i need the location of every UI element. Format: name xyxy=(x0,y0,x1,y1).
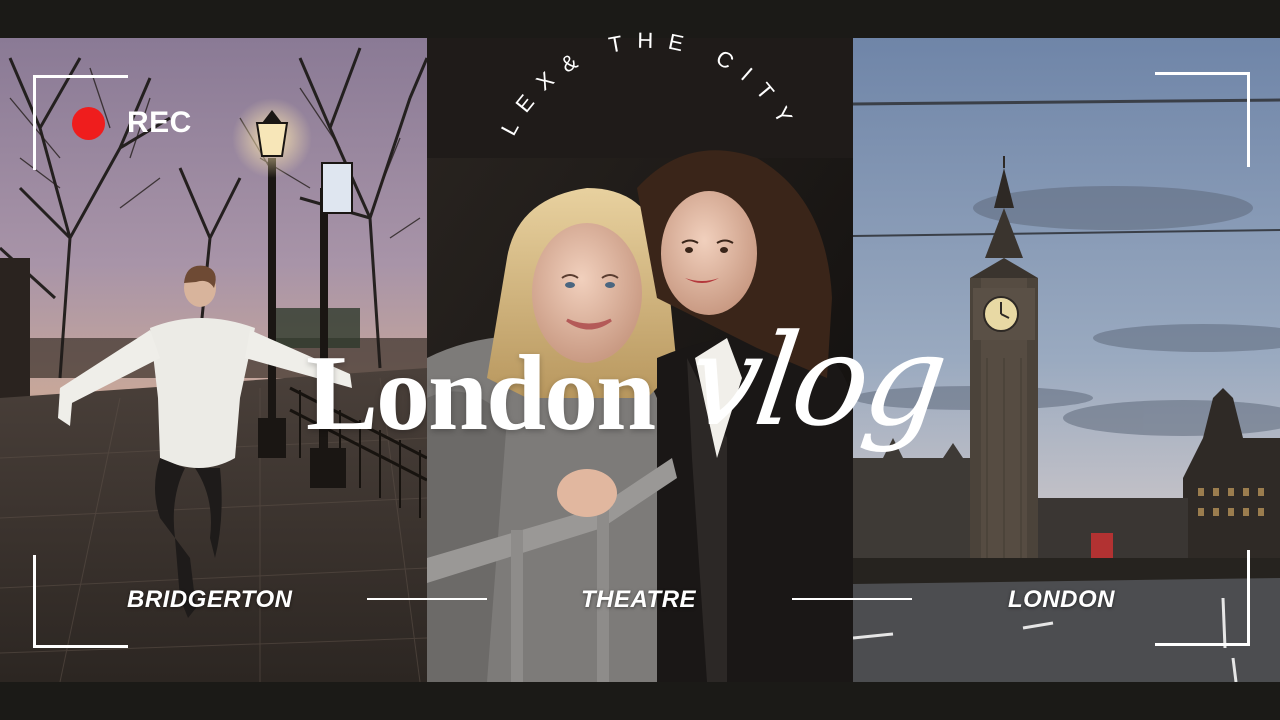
corner-bracket-top-right xyxy=(1155,72,1250,167)
caption-divider-left xyxy=(367,598,487,600)
corner-bracket-top-left xyxy=(33,75,128,170)
arc-title: LEX& THE CITY xyxy=(496,28,804,140)
caption-london: LONDON xyxy=(1008,586,1115,613)
caption-divider-right xyxy=(792,598,912,600)
title-vlog: vlog xyxy=(679,307,953,454)
thumbnail: LEX& THE CITY London vlog REC BRIDGERTON… xyxy=(0,0,1280,720)
corner-bracket-bottom-left xyxy=(33,555,128,648)
corner-bracket-bottom-right xyxy=(1155,550,1250,646)
title-london: London xyxy=(306,334,656,453)
rec-label: REC xyxy=(127,106,192,139)
caption-theatre: THEATRE xyxy=(581,586,697,613)
caption-bridgerton: BRIDGERTON xyxy=(127,586,293,613)
